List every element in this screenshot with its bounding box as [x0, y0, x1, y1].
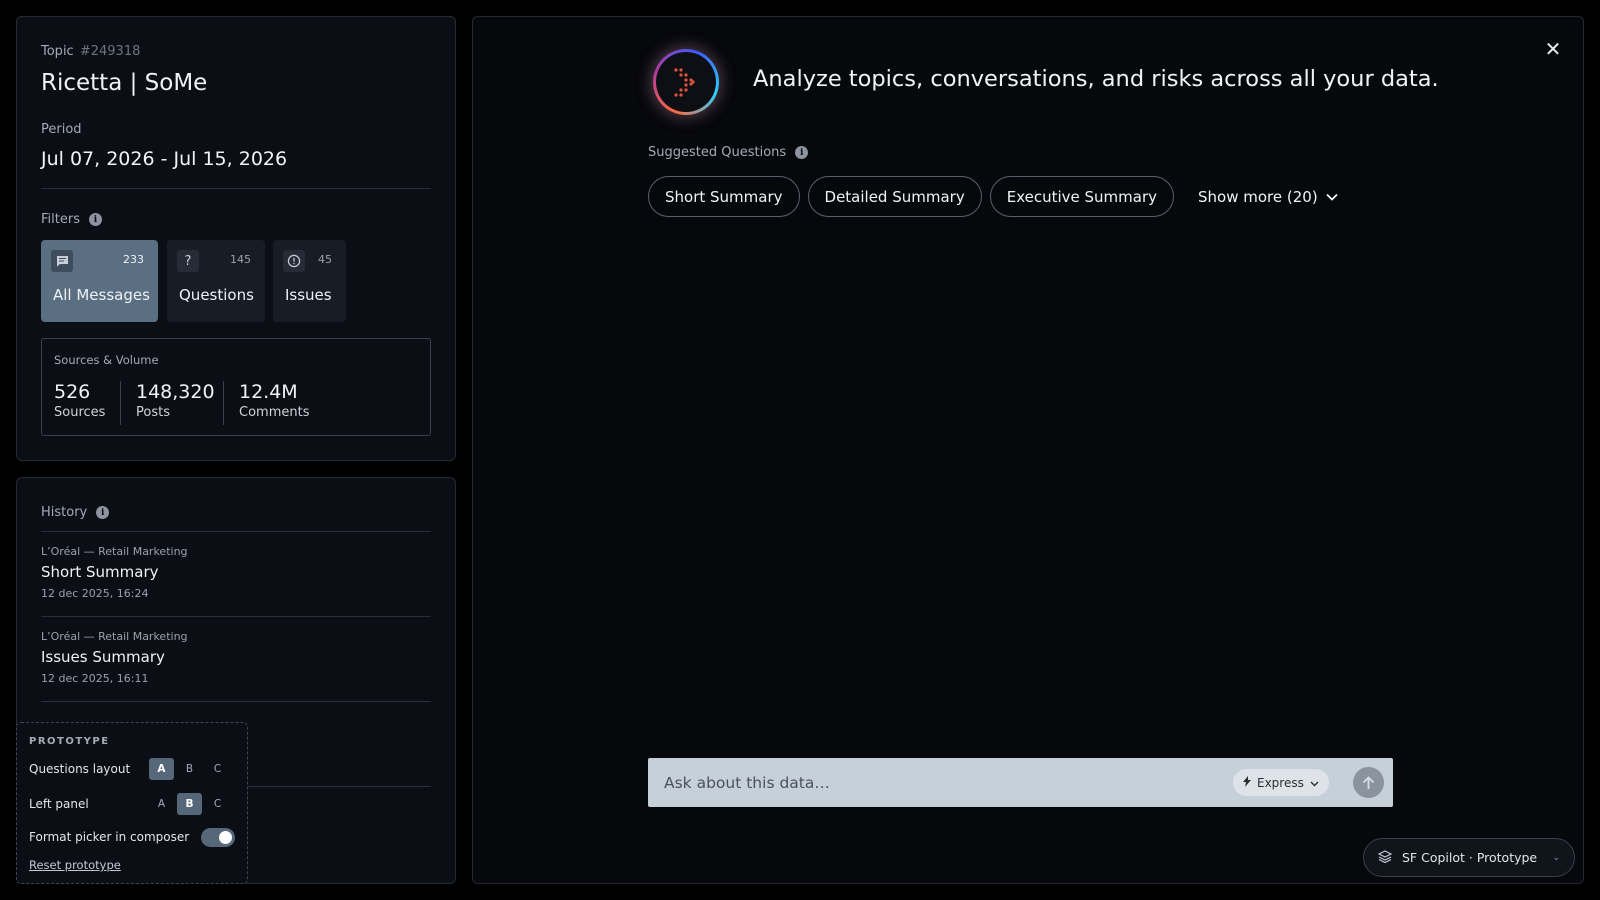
chip-executive-summary[interactable]: Executive Summary	[989, 176, 1175, 217]
filter-issues[interactable]: 45 Issues	[273, 240, 346, 322]
divider	[41, 531, 431, 532]
stat-comments: 12.4M Comments	[239, 381, 309, 420]
history-label-text: History	[41, 505, 88, 520]
topic-id: #249318	[79, 44, 141, 59]
period-value: Jul 07, 2026 - Jul 15, 2026	[41, 148, 288, 170]
format-picker-label: Express	[1257, 775, 1304, 790]
format-picker-label: Format picker in composer	[29, 830, 190, 844]
suggested-questions-label: Suggested Questions i	[648, 145, 809, 160]
prototype-title: PROTOTYPE	[29, 736, 110, 747]
questions-layout-segmented: A B C	[149, 758, 230, 780]
history-item[interactable]: L’Oréal — Retail Marketing Issues Summar…	[41, 630, 431, 685]
question-icon: ?	[177, 250, 199, 272]
topic-title: Ricetta | SoMe	[41, 70, 208, 96]
history-item-date: 12 dec 2025, 16:24	[41, 587, 149, 600]
layers-icon	[1377, 849, 1393, 866]
close-icon[interactable]: ✕	[1541, 37, 1565, 61]
copilot-prototype-pill[interactable]: SF Copilot · Prototype ⌄	[1363, 838, 1575, 877]
suggested-questions-label-text: Suggested Questions	[648, 145, 787, 160]
format-picker-toggle[interactable]	[201, 828, 235, 847]
divider	[41, 616, 431, 617]
show-more-label: Show more (20)	[1198, 187, 1318, 206]
stat-label: Comments	[239, 405, 310, 420]
stat-sources: 526 Sources	[54, 381, 105, 420]
stat-value: 526	[54, 381, 91, 403]
stat-separator	[223, 381, 224, 425]
info-icon[interactable]: i	[88, 213, 102, 226]
headline: Analyze topics, conversations, and risks…	[753, 66, 1439, 92]
chevron-down-icon: ⌄	[1552, 852, 1560, 863]
stat-label: Posts	[136, 405, 170, 420]
chip-detailed-summary[interactable]: Detailed Summary	[807, 176, 982, 217]
show-more-button[interactable]: Show more (20)	[1198, 188, 1338, 206]
questions-layout-option-b[interactable]: B	[177, 758, 202, 780]
questions-layout-label: Questions layout	[29, 762, 131, 776]
history-item-title: Short Summary	[41, 563, 159, 581]
chevron-dots-icon	[674, 68, 695, 97]
topic-label: Topic #249318	[41, 44, 140, 59]
send-button[interactable]	[1353, 767, 1384, 798]
left-panel-option-c[interactable]: C	[205, 793, 230, 815]
copilot-logo	[653, 49, 719, 115]
left-panel-label: Left panel	[29, 797, 89, 811]
left-panel-option-a[interactable]: A	[149, 793, 174, 815]
reset-prototype-link[interactable]: Reset prototype	[29, 858, 121, 872]
history-item-date: 12 dec 2025, 16:11	[41, 672, 149, 685]
alert-circle-icon	[283, 250, 305, 272]
filter-questions[interactable]: ? 145 Questions	[167, 240, 265, 322]
ask-input[interactable]	[664, 770, 1224, 795]
message-icon	[51, 250, 73, 272]
chevron-down-icon	[1310, 776, 1319, 790]
arrow-up-icon	[1362, 775, 1375, 789]
history-label: History i	[41, 505, 110, 520]
divider	[41, 188, 431, 189]
info-icon[interactable]: i	[795, 146, 809, 159]
divider	[41, 701, 431, 702]
filter-count: 45	[318, 253, 332, 266]
history-item-subtitle: L’Oréal — Retail Marketing	[41, 630, 188, 643]
topic-label-text: Topic	[41, 44, 74, 59]
filter-label: All Messages	[53, 286, 150, 304]
topic-card: Topic #249318 Ricetta | SoMe Period Jul …	[16, 16, 456, 461]
filter-label: Issues	[285, 286, 332, 304]
history-item[interactable]: L’Oréal — Retail Marketing Short Summary…	[41, 545, 431, 600]
left-panel-option-b[interactable]: B	[177, 793, 202, 815]
questions-layout-option-c[interactable]: C	[205, 758, 230, 780]
stat-label: Sources	[54, 405, 106, 420]
sources-volume-title: Sources & Volume	[54, 353, 159, 367]
chevron-down-icon	[1326, 190, 1338, 204]
composer: Express	[648, 758, 1393, 807]
prototype-panel: PROTOTYPE Questions layout A B C Left pa…	[16, 722, 248, 884]
sources-volume-box: Sources & Volume 526 Sources 148,320 Pos…	[41, 338, 431, 436]
stat-value: 12.4M	[239, 381, 298, 403]
main-panel: ✕ Analyze topics, conversations, and ris…	[472, 16, 1584, 884]
questions-layout-option-a[interactable]: A	[149, 758, 174, 780]
stat-separator	[120, 381, 121, 425]
period-label: Period	[41, 122, 82, 137]
filters-label-text: Filters	[41, 212, 80, 227]
filter-all-messages[interactable]: 233 All Messages	[41, 240, 158, 322]
stat-value: 148,320	[136, 381, 215, 403]
chip-short-summary[interactable]: Short Summary	[648, 176, 800, 217]
history-item-subtitle: L’Oréal — Retail Marketing	[41, 545, 188, 558]
filter-count: 145	[230, 253, 251, 266]
filter-label: Questions	[179, 286, 254, 304]
lightning-icon	[1243, 775, 1251, 790]
stat-posts: 148,320 Posts	[136, 381, 215, 420]
copilot-pill-label: SF Copilot · Prototype	[1402, 850, 1538, 865]
info-icon[interactable]: i	[96, 506, 110, 519]
left-panel-segmented: A B C	[149, 793, 230, 815]
history-item-title: Issues Summary	[41, 648, 165, 666]
filter-count: 233	[123, 253, 144, 266]
format-picker-button[interactable]: Express	[1233, 769, 1329, 796]
suggested-questions: Short Summary Detailed Summary Executive…	[648, 176, 1338, 217]
filters-label: Filters i	[41, 212, 102, 227]
